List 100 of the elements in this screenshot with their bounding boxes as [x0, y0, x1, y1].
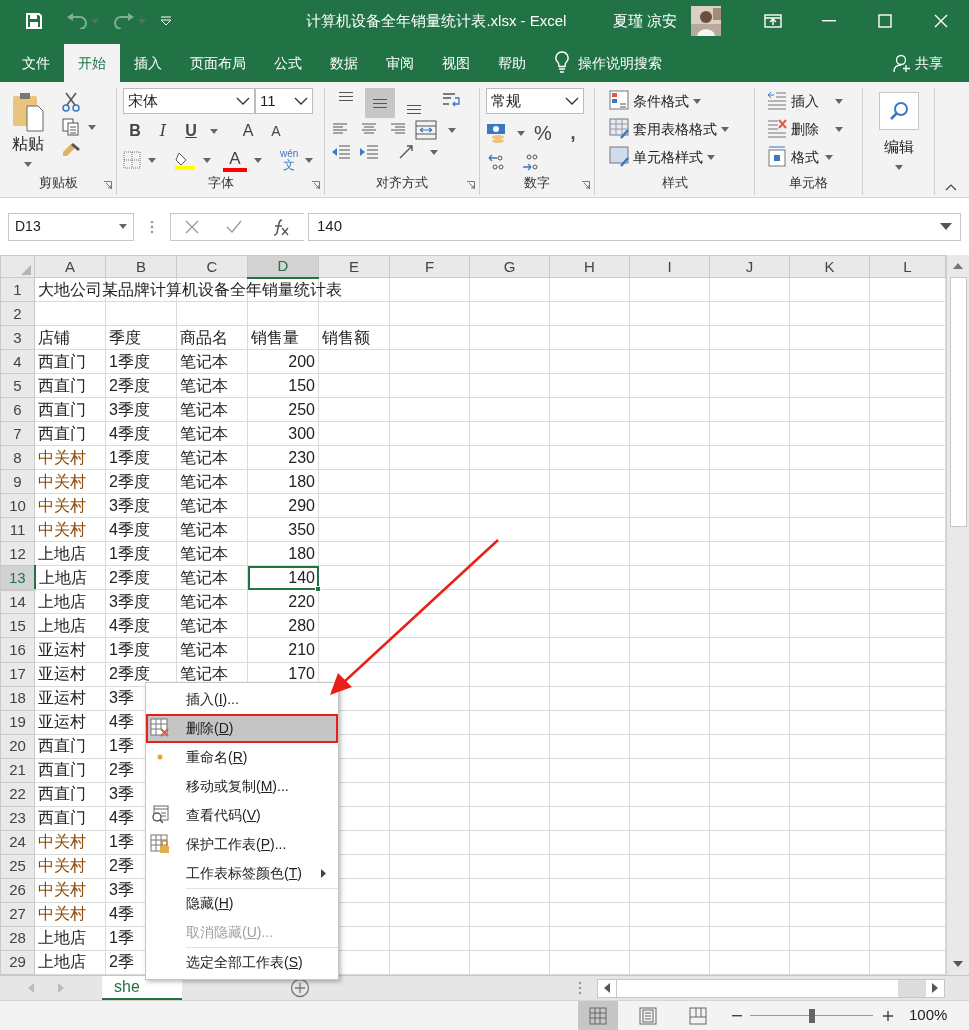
menu-item[interactable]: 移动或复制(M)...	[146, 772, 338, 801]
ribbon-tab[interactable]: 开始	[64, 44, 120, 82]
row-header[interactable]: 17	[0, 662, 35, 687]
dialog-launcher-icon[interactable]	[467, 181, 475, 189]
name-box[interactable]: D13	[8, 212, 134, 241]
row-header[interactable]: 4	[0, 349, 35, 374]
editing-button[interactable]: 编辑	[878, 92, 919, 170]
ribbon-tab[interactable]: 帮助	[484, 44, 540, 82]
percent-button[interactable]: %	[531, 120, 555, 146]
scissors-icon[interactable]	[62, 92, 80, 112]
column-header[interactable]: I	[629, 255, 710, 278]
undo-icon[interactable]	[66, 13, 88, 29]
decrease-indent-icon[interactable]	[331, 142, 351, 162]
align-middle-button[interactable]	[365, 88, 395, 118]
row-header[interactable]: 16	[0, 637, 35, 662]
horizontal-scrollbar[interactable]	[597, 978, 945, 998]
menu-item[interactable]: 保护工作表(P)...	[146, 830, 338, 859]
row-header[interactable]: 3	[0, 325, 35, 350]
bold-button[interactable]: B	[123, 118, 147, 144]
menu-item[interactable]: 查看代码(V)	[146, 801, 338, 830]
caret-icon[interactable]	[210, 128, 218, 134]
scrollbar-thumb[interactable]	[898, 979, 926, 997]
normal-view-button[interactable]	[578, 1000, 618, 1030]
row-header[interactable]: 19	[0, 710, 35, 735]
row-header[interactable]: 13	[0, 565, 35, 590]
copy-icon[interactable]	[62, 118, 80, 136]
checkmark-icon[interactable]	[226, 219, 243, 234]
paste-icon[interactable]	[11, 92, 45, 132]
row-header[interactable]: 8	[0, 445, 35, 470]
zoom-level[interactable]: 100%	[909, 1004, 948, 1027]
share-button[interactable]: 共享	[911, 44, 969, 82]
scroll-left-icon[interactable]	[604, 983, 610, 993]
column-header[interactable]: J	[709, 255, 790, 278]
ribbon-tab[interactable]: 公式	[260, 44, 316, 82]
zoom-slider[interactable]	[750, 1008, 873, 1023]
person-add-icon[interactable]	[893, 54, 911, 72]
underline-button[interactable]: U	[179, 118, 203, 144]
row-header[interactable]: 21	[0, 758, 35, 783]
row-header[interactable]: 15	[0, 613, 35, 638]
zoom-out-icon[interactable]	[732, 1014, 742, 1017]
shrink-font-button[interactable]: A	[264, 118, 288, 144]
brush-icon[interactable]	[62, 142, 82, 156]
caret-icon[interactable]	[254, 157, 262, 163]
row-header[interactable]: 2	[0, 301, 35, 326]
row-header[interactable]: 6	[0, 397, 35, 422]
row-header[interactable]: 14	[0, 589, 35, 614]
column-header[interactable]: E	[318, 255, 390, 278]
row-header[interactable]: 5	[0, 373, 35, 398]
fill-handle[interactable]	[315, 586, 321, 593]
row-header[interactable]: 20	[0, 734, 35, 759]
caret-icon[interactable]	[24, 162, 32, 167]
caret-icon[interactable]	[448, 127, 456, 133]
row-header[interactable]: 23	[0, 806, 35, 831]
column-header[interactable]: H	[549, 255, 630, 278]
maximize-icon[interactable]	[878, 14, 892, 28]
menu-item[interactable]: 重命名(R)	[146, 743, 338, 772]
customize-icon[interactable]	[160, 16, 172, 26]
ribbon-tab[interactable]: 数据	[316, 44, 372, 82]
italic-button[interactable]: I	[151, 118, 175, 144]
formula-input[interactable]: 140	[308, 212, 961, 241]
save-icon[interactable]	[26, 13, 42, 29]
close-icon[interactable]	[934, 14, 948, 28]
caret-icon[interactable]	[148, 157, 156, 163]
row-header[interactable]: 22	[0, 782, 35, 807]
cancel-icon[interactable]	[184, 219, 199, 234]
conditional-format-button[interactable]: 条件格式	[609, 90, 748, 112]
column-header[interactable]: D	[247, 255, 319, 278]
row-header[interactable]: 1	[0, 277, 35, 302]
insert-cells-button[interactable]: 插入	[767, 90, 856, 112]
number-format-dropdown[interactable]: 常规	[486, 88, 584, 114]
column-header[interactable]: A	[34, 255, 106, 278]
cell-styles-button[interactable]: 单元格样式	[609, 146, 748, 168]
ribbon-tab[interactable]: 视图	[428, 44, 484, 82]
collapse-ribbon-icon[interactable]	[945, 184, 957, 191]
row-header[interactable]: 28	[0, 926, 35, 951]
row-header[interactable]: 24	[0, 830, 35, 855]
grow-font-button[interactable]: A	[236, 118, 260, 144]
ribbon-tab[interactable]: 审阅	[372, 44, 428, 82]
selected-cell[interactable]: 140	[247, 565, 319, 590]
fill-color-icon[interactable]	[174, 150, 196, 170]
increase-decimal-icon[interactable]	[486, 152, 506, 172]
add-sheet-icon[interactable]	[290, 978, 310, 998]
ribbon-tab[interactable]: 插入	[120, 44, 176, 82]
menu-item[interactable]: 删除(D)	[146, 714, 338, 743]
search-field[interactable]: 操作说明搜索	[578, 44, 676, 82]
row-header[interactable]: 7	[0, 421, 35, 446]
column-header[interactable]: L	[869, 255, 946, 278]
vertical-scrollbar[interactable]	[946, 255, 969, 975]
scrollbar-thumb[interactable]	[949, 277, 967, 527]
ribbon-tab[interactable]: 页面布局	[176, 44, 260, 82]
menu-item[interactable]: 插入(I)...	[146, 685, 338, 714]
caret-icon[interactable]	[517, 130, 525, 136]
scroll-down-icon[interactable]	[953, 961, 963, 967]
dialog-launcher-icon[interactable]	[104, 181, 112, 189]
currency-icon[interactable]	[486, 123, 508, 143]
phonetic-button[interactable]: wén 文	[280, 149, 299, 171]
delete-cells-button[interactable]: 删除	[767, 118, 856, 140]
drag-handle-icon[interactable]	[578, 981, 582, 995]
column-header[interactable]: K	[789, 255, 870, 278]
row-header[interactable]: 29	[0, 950, 35, 975]
